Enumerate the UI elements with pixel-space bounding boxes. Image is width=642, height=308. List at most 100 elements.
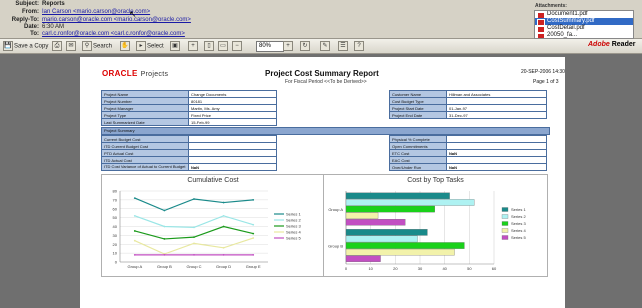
cumulative-cost-chart: Cumulative Cost 0 10 20 30 40 50 60 70 80 Group A… bbox=[101, 174, 325, 277]
data-point bbox=[193, 236, 195, 239]
replyto-link[interactable]: mario.carson@oracle.com <mario.carson@or… bbox=[42, 17, 191, 24]
print-button[interactable]: ⎙ bbox=[52, 41, 63, 51]
help-icon: ? bbox=[354, 41, 364, 51]
bar bbox=[345, 255, 381, 263]
data-point bbox=[222, 201, 225, 204]
attachment-item[interactable]: CostDetail.pdf bbox=[535, 25, 633, 33]
fit-page-button[interactable]: ▭ bbox=[218, 41, 229, 51]
legend-label: Series 3 bbox=[511, 221, 526, 226]
table-row: Cost Budget Type bbox=[389, 97, 547, 105]
x-tick-label: 50 bbox=[467, 266, 472, 271]
review-button[interactable]: ☰ bbox=[338, 41, 349, 51]
summary-left-table: Current Budget Cost ITD Current Budget C… bbox=[101, 135, 277, 171]
legend-label: Series 5 bbox=[511, 235, 526, 240]
data-point bbox=[193, 242, 195, 245]
table-row: Current Budget Cost bbox=[101, 135, 277, 143]
bar bbox=[345, 242, 465, 249]
select-cursor-icon: ▸ bbox=[136, 41, 146, 51]
y-tick-label: 60 bbox=[113, 206, 118, 211]
data-point bbox=[133, 197, 136, 199]
line-chart-svg: 0 10 20 30 40 50 60 70 80 Group A Group B Group C Gr… bbox=[113, 189, 302, 270]
table-row: Open Commitments bbox=[389, 142, 547, 150]
snapshot-button[interactable]: ▣ bbox=[170, 41, 181, 51]
zoom-level-field[interactable]: 80% bbox=[256, 41, 284, 52]
legend-label: Series 2 bbox=[286, 218, 301, 223]
table-row: Last Summarized Date 15-Feb-99 bbox=[101, 118, 277, 126]
summary-right-table: Physical % Complete Open Commitments ETC… bbox=[389, 135, 547, 171]
table-row: Project Manager Martin, Ms. Amy bbox=[101, 104, 277, 112]
legend-label: Series 5 bbox=[286, 236, 301, 241]
data-point bbox=[163, 254, 166, 256]
x-tick-label: 20 bbox=[393, 266, 398, 271]
x-tick-label: 10 bbox=[368, 266, 373, 271]
y-tick-label: 80 bbox=[113, 189, 118, 194]
page-number: Page 1 of 3 bbox=[533, 79, 559, 85]
select-button[interactable]: ▸ Select bbox=[136, 41, 164, 51]
zoom-in-button[interactable]: + bbox=[188, 41, 199, 51]
table-row: ITD Current Budget Cost bbox=[101, 142, 277, 150]
y-tick-label: 30 bbox=[113, 233, 118, 238]
mouse-cursor-icon: ↖ bbox=[129, 9, 137, 19]
legend-label: Series 4 bbox=[511, 228, 526, 233]
legend-label: Series 3 bbox=[286, 224, 301, 229]
hand-tool-button[interactable]: ✋ bbox=[120, 41, 131, 51]
legend-label: Series 1 bbox=[511, 207, 526, 212]
x-tick-label: 0 bbox=[345, 266, 348, 271]
y-tick-label: 0 bbox=[115, 260, 118, 265]
data-point bbox=[222, 254, 225, 256]
zoom-plus-button[interactable]: + bbox=[283, 41, 294, 51]
data-point bbox=[252, 237, 255, 239]
bar bbox=[345, 229, 428, 236]
zoom-icon: + bbox=[188, 41, 198, 51]
attachments-list[interactable]: Document1.pdf CostSummary.pdf CostDetail… bbox=[534, 10, 634, 39]
data-point bbox=[133, 214, 136, 217]
rotate-button[interactable]: ↻ bbox=[300, 41, 311, 51]
data-point bbox=[193, 226, 195, 229]
table-row: Over/Under Run NaN bbox=[389, 163, 547, 171]
bar bbox=[345, 235, 418, 243]
table-row: Project Number 80181 bbox=[101, 97, 277, 105]
attachment-item[interactable]: 20050_fa... bbox=[535, 32, 633, 38]
data-point bbox=[222, 225, 225, 228]
bar bbox=[345, 248, 455, 256]
legend-label: Series 4 bbox=[286, 230, 301, 235]
data-point bbox=[163, 238, 166, 240]
fit-page-icon: ▭ bbox=[218, 41, 228, 51]
date-label: Date: bbox=[23, 24, 39, 30]
series-line-4 bbox=[134, 237, 254, 255]
replyto-label: Reply-To: bbox=[11, 17, 39, 23]
project-info-right-table: Customer Name Hillman and Associates Cost… bbox=[389, 90, 547, 119]
y-tick-label: 20 bbox=[113, 242, 118, 247]
legend-swatch bbox=[501, 228, 509, 233]
pdf-toolbar: 💾 Save a Copy ⎙ ✉ ⚲ Search ✋ ▸ Select ▣ + ▯… bbox=[0, 39, 642, 54]
data-point bbox=[163, 209, 166, 212]
data-point bbox=[133, 254, 136, 256]
zoom-out-icon: − bbox=[232, 41, 242, 51]
email-button[interactable]: ✉ bbox=[66, 41, 77, 51]
data-point bbox=[133, 239, 136, 242]
y-tick-label: Group B bbox=[328, 243, 343, 248]
to-label: To: bbox=[30, 31, 39, 37]
table-row: ITD Actual Cost bbox=[101, 156, 277, 164]
x-tick-label: Group B bbox=[157, 264, 172, 269]
sign-button[interactable]: ✎ bbox=[320, 41, 331, 51]
attachment-item-selected[interactable]: CostSummary.pdf bbox=[535, 18, 633, 26]
legend-swatch bbox=[501, 207, 509, 212]
x-tick-label: Group A bbox=[127, 264, 142, 269]
attachment-item[interactable]: Document1.pdf bbox=[535, 11, 633, 19]
actual-size-button[interactable]: ▯ bbox=[204, 41, 215, 51]
table-row: Project Name Change Documents bbox=[101, 90, 277, 98]
save-copy-button[interactable]: 💾 Save a Copy bbox=[3, 41, 48, 51]
search-button[interactable]: ⚲ Search bbox=[82, 41, 112, 51]
legend-label: Series 2 bbox=[511, 214, 526, 219]
y-tick-label: 70 bbox=[113, 197, 118, 202]
zoom-out-button[interactable]: − bbox=[232, 41, 243, 51]
x-tick-label: 40 bbox=[442, 266, 447, 271]
oracle-logo: ORACLE Projects bbox=[102, 69, 169, 78]
comment-icon: ☰ bbox=[338, 41, 348, 51]
to-link[interactable]: carl.c.ronfor@oracle.com <carl.c.ronfor@… bbox=[42, 31, 185, 38]
data-point bbox=[252, 198, 255, 201]
report-date: 20-SEP-2006 14:30 bbox=[521, 69, 565, 75]
table-row: Project Type Fixed Price bbox=[101, 111, 277, 119]
help-button[interactable]: ? bbox=[354, 41, 365, 51]
